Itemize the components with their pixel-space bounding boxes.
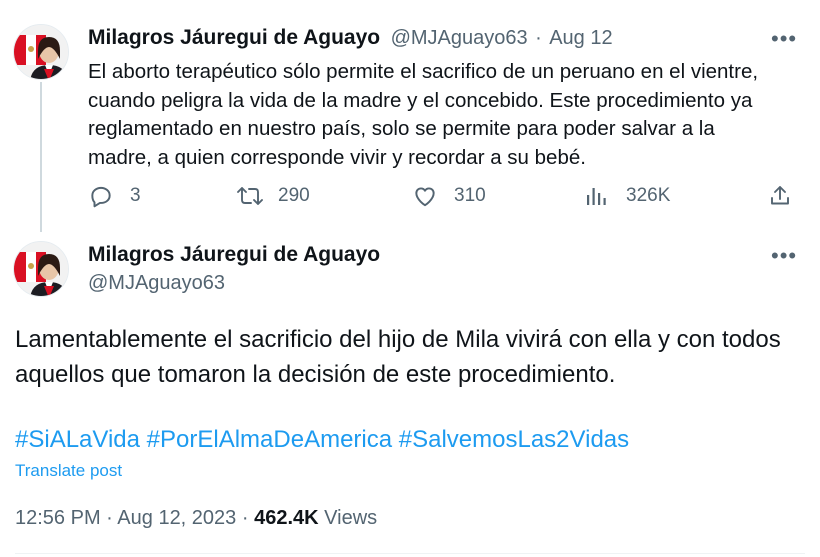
author-handle[interactable]: @MJAguayo63 <box>391 27 528 49</box>
heart-icon <box>415 187 435 207</box>
share-button[interactable] <box>768 182 792 210</box>
tweet1-header: Milagros Jáuregui de Aguayo @MJAguayo63 … <box>88 26 613 50</box>
view-count: 326K <box>626 185 671 206</box>
divider <box>15 553 805 554</box>
tweet-text-line: cuando peligra la vida de la madre y el … <box>88 88 753 112</box>
avatar[interactable] <box>13 24 69 80</box>
more-options-button[interactable]: ••• <box>771 28 797 50</box>
tweet-text-line: madre, a quien corresponde vivir y recor… <box>88 145 586 169</box>
hashtag-list: #SiALaVida #PorElAlmaDeAmerica #Salvemos… <box>15 422 629 457</box>
meta-separator: · <box>241 507 249 529</box>
author-name[interactable]: Milagros Jáuregui de Aguayo <box>88 243 380 267</box>
hashtag-link[interactable]: #SiALaVida <box>15 426 140 453</box>
tweet-date[interactable]: Aug 12 <box>549 27 612 49</box>
reply-icon <box>91 186 111 208</box>
header-separator: · <box>535 27 542 49</box>
tweet-meta: 12:56 PM · Aug 12, 2023 · 462.4K Views <box>15 507 377 530</box>
author-name[interactable]: Milagros Jáuregui de Aguayo <box>88 26 380 49</box>
ellipsis-icon: ••• <box>771 26 798 51</box>
reply-button[interactable]: 3 <box>88 182 141 210</box>
hashtag-link[interactable]: #SalvemosLas2Vidas <box>399 426 629 453</box>
tweet-text-line: Lamentablemente el sacrificio del hijo d… <box>15 326 781 353</box>
avatar[interactable] <box>13 241 69 297</box>
retweet-icon <box>237 187 263 205</box>
views-button[interactable]: 326K <box>584 182 670 210</box>
retweet-button[interactable]: 290 <box>236 182 310 210</box>
thread-connector-line <box>40 82 42 232</box>
ellipsis-icon: ••• <box>771 243 798 268</box>
tweet1-text: El aborto terapéutico sólo permite el sa… <box>88 58 808 172</box>
like-count: 310 <box>454 185 486 206</box>
profile-photo <box>14 25 68 79</box>
hashtag-link[interactable]: #PorElAlmaDeAmerica <box>147 426 392 453</box>
views-label: Views <box>324 507 378 529</box>
like-button[interactable]: 310 <box>412 182 486 210</box>
tweet-time[interactable]: 12:56 PM <box>15 507 101 529</box>
profile-photo <box>14 242 68 296</box>
meta-separator: · <box>106 507 113 529</box>
share-icon <box>771 186 789 205</box>
more-options-button[interactable]: ••• <box>771 245 797 267</box>
tweet-full-date[interactable]: Aug 12, 2023 <box>117 507 236 529</box>
reply-count: 3 <box>130 185 141 206</box>
tweet-text-line: reglamentado en nuestro país, solo se pe… <box>88 117 715 140</box>
analytics-bars-icon <box>587 188 606 205</box>
tweet-text-line: aquellos que tomaron la decisión de este… <box>15 361 616 388</box>
tweet2-text: Lamentablemente el sacrificio del hijo d… <box>15 322 810 392</box>
tweet-text-line: El aborto terapéutico sólo permite el sa… <box>88 60 759 83</box>
author-handle[interactable]: @MJAguayo63 <box>88 272 225 295</box>
view-count: 462.4K <box>254 507 319 529</box>
retweet-count: 290 <box>278 185 310 206</box>
translate-post-link[interactable]: Translate post <box>15 461 122 481</box>
